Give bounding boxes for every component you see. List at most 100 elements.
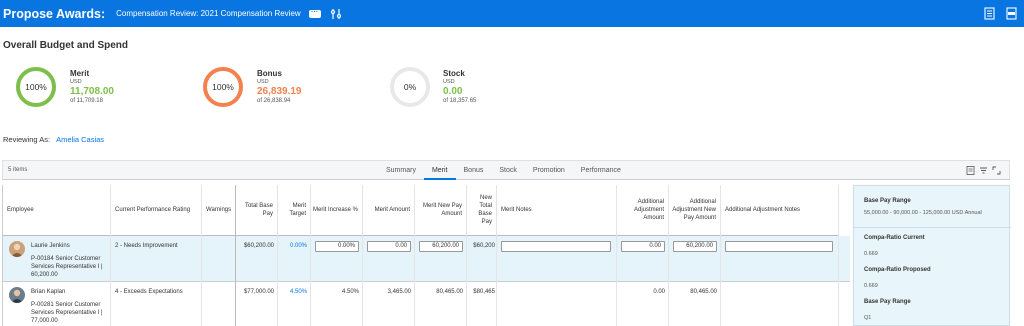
tab-merit[interactable]: Merit (423, 161, 456, 180)
export-excel-icon[interactable] (983, 7, 996, 20)
bonus-budget-name: Bonus (257, 69, 282, 78)
stock-budget-stats: Stock USD 0.00 of 18,357.65 (443, 69, 476, 104)
col-merit-new-pay: Merit New Pay Amount (415, 185, 467, 326)
bonus-gauge-percent: 100% (212, 82, 234, 92)
col-total-base: Total Base Pay (236, 185, 278, 326)
header-merit-amount[interactable]: Merit Amount (363, 185, 414, 236)
bonus-gauge: 100% (202, 66, 244, 108)
stock-budget-currency: USD (443, 79, 455, 85)
related-actions-button[interactable]: ··· (308, 9, 321, 18)
tab-performance[interactable]: Performance (573, 161, 629, 180)
base-pay-range-position-label: Base Pay Range (864, 299, 911, 305)
export-grid-icon[interactable] (966, 166, 975, 175)
add-adj-new-pay-input[interactable]: 60,200.00 (673, 241, 717, 252)
col-merit-target: Merit Target (278, 185, 311, 326)
total-base-pay: $60,200.00 (243, 243, 274, 249)
merit-gauge-percent: 100% (25, 82, 47, 92)
budget-section-title: Overall Budget and Spend (3, 40, 129, 51)
compa-ratio-current-label: Compa-Ratio Current (864, 235, 925, 241)
stock-budget-total: of 18,357.65 (443, 98, 477, 104)
performance-rating: 2 - Needs Improvement (115, 243, 178, 249)
bonus-budget-amount: 26,839.19 (257, 86, 302, 97)
employee-salary: 77,000.00 (31, 318, 58, 324)
employee-salary: 60,200.00 (31, 272, 58, 278)
bonus-budget-total: of 26,838.94 (257, 98, 291, 104)
merit-increase-input[interactable]: 0.00% (315, 241, 359, 252)
add-adj-amount-value: 0.00 (653, 289, 665, 295)
header-merit-new-pay[interactable]: Merit New Pay Amount (415, 185, 466, 236)
compa-ratio-current-value: 0.669 (864, 251, 878, 257)
merit-gauge: 100% (15, 66, 57, 108)
page-subtitle: Compensation Review: 2021 Compensation R… (116, 9, 301, 18)
awards-table: Employee Current Performance Rating Warn… (2, 185, 850, 326)
tab-promotion[interactable]: Promotion (525, 161, 573, 180)
fullscreen-icon[interactable] (992, 166, 1001, 175)
panel-divider (854, 227, 1011, 228)
col-warnings: Warnings (202, 185, 236, 326)
col-merit-notes: Merit Notes (497, 185, 617, 326)
col-merit-amount: Merit Amount (363, 185, 415, 326)
header-rating[interactable]: Current Performance Rating (111, 185, 201, 236)
reviewing-as-label: Reviewing As: (3, 135, 51, 144)
merit-amount-value: 3,465.00 (387, 289, 411, 295)
reviewing-as: Reviewing As: Amelia Casias (3, 135, 104, 144)
compa-ratio-proposed-value: 0.669 (864, 283, 878, 289)
merit-amount-input[interactable]: 0.00 (367, 241, 411, 252)
employee-position-title: P-00184 Senior Customer Services Represe… (31, 256, 101, 270)
employee-position: P-00281 Senior Customer Services Represe… (31, 302, 103, 324)
add-adj-amount-input[interactable]: 0.00 (621, 241, 665, 252)
merit-budget-currency: USD (70, 79, 82, 85)
col-add-adj-notes: Additional Adjustment Notes (721, 185, 839, 326)
col-rating: Current Performance Rating (111, 185, 202, 326)
merit-new-pay-value: 80,465.00 (436, 289, 463, 295)
merit-new-pay-input[interactable]: 60,200.00 (419, 241, 463, 252)
filter-icon[interactable] (979, 166, 988, 175)
header-add-adj-new-pay[interactable]: Additional Adjustment New Pay Amount (669, 185, 720, 236)
tab-stock[interactable]: Stock (491, 161, 525, 180)
header-merit-target[interactable]: Merit Target (278, 185, 310, 236)
col-add-adj-amount: Additional Adjustment Amount (617, 185, 669, 326)
merit-budget-name: Merit (70, 69, 90, 78)
reviewer-link[interactable]: Amelia Casias (56, 135, 104, 144)
employee-name-link[interactable]: Laurie Jenkins (31, 242, 70, 250)
tab-bonus[interactable]: Bonus (456, 161, 492, 180)
merit-budget-stats: Merit USD 11,708.00 of 11,709.18 (70, 69, 114, 104)
new-total-base-pay: $80,465 (473, 289, 495, 295)
item-count: 5 items (8, 167, 28, 173)
col-new-total-base: New Total Base Pay (467, 185, 497, 326)
employee-position: P-00184 Senior Customer Services Represe… (31, 256, 103, 278)
stock-budget-name: Stock (443, 69, 465, 78)
page-header: Propose Awards: Compensation Review: 202… (0, 0, 1024, 27)
header-merit-increase[interactable]: Merit Increase % (311, 185, 362, 236)
header-add-adj-notes[interactable]: Additional Adjustment Notes (721, 185, 838, 236)
employee-name-link[interactable]: Brian Kaplan (31, 288, 65, 296)
export-pdf-icon[interactable] (1005, 7, 1018, 20)
merit-notes-input[interactable] (501, 241, 611, 252)
compa-ratio-proposed-label: Compa-Ratio Proposed (864, 267, 931, 273)
base-pay-range-value: 55,000.00 - 90,000.00 - 125,000.00 USD A… (864, 210, 982, 216)
tab-summary[interactable]: Summary (378, 161, 424, 180)
header-new-total-base[interactable]: New Total Base Pay (467, 185, 496, 236)
grid-toolbar: 5 items Summary Merit Bonus Stock Promot… (2, 160, 1010, 180)
header-employee[interactable]: Employee (3, 185, 110, 236)
merit-target-link[interactable]: 0.00% (282, 242, 307, 250)
col-add-adj-new-pay: Additional Adjustment New Pay Amount (669, 185, 721, 326)
merit-budget-amount: 11,708.00 (70, 86, 114, 97)
add-adj-notes-input[interactable] (725, 241, 833, 252)
header-merit-notes[interactable]: Merit Notes (497, 185, 616, 236)
grid-tabs: Summary Merit Bonus Stock Promotion Perf… (378, 161, 629, 180)
header-total-base[interactable]: Total Base Pay (236, 185, 277, 236)
merit-budget-total: of 11,709.18 (70, 98, 103, 104)
new-total-base-pay: $60,200 (473, 243, 495, 249)
base-pay-range-position-value: Q1 (864, 315, 872, 321)
header-warnings[interactable]: Warnings (202, 185, 235, 236)
page-title: Propose Awards: (3, 6, 106, 21)
configure-icon[interactable] (330, 8, 342, 20)
avatar (9, 241, 25, 257)
merit-target-link[interactable]: 4.50% (282, 288, 307, 296)
total-base-pay: $77,000.00 (243, 289, 274, 295)
employee-detail-panel: Base Pay Range 55,000.00 - 90,000.00 - 1… (853, 185, 1011, 326)
header-add-adj-amount[interactable]: Additional Adjustment Amount (617, 185, 668, 236)
col-merit-increase: Merit Increase % (311, 185, 363, 326)
merit-increase-value: 4.50% (341, 289, 359, 295)
